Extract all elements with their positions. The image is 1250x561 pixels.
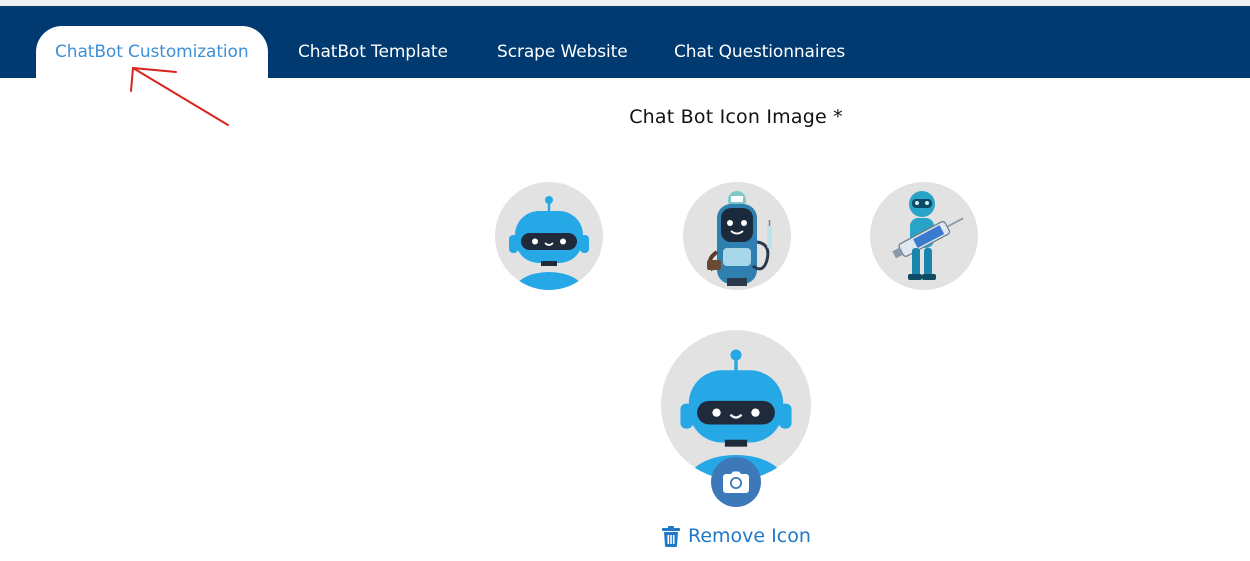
remove-icon-button[interactable]: Remove Icon xyxy=(662,522,811,550)
section-title: Chat Bot Icon Image * xyxy=(629,106,843,128)
trash-icon xyxy=(662,525,680,547)
tab-chatbot-customization[interactable]: ChatBot Customization xyxy=(36,26,268,78)
syringe-robot-icon[interactable] xyxy=(870,182,978,290)
tab-scrape-website[interactable]: Scrape Website xyxy=(497,26,628,78)
tab-bar: ChatBot Customization ChatBot Template S… xyxy=(0,6,1250,78)
robot-head-icon[interactable] xyxy=(495,182,603,290)
tab-chat-questionnaires[interactable]: Chat Questionnaires xyxy=(674,26,845,78)
camera-icon xyxy=(723,471,749,493)
tab-chatbot-template[interactable]: ChatBot Template xyxy=(298,26,448,78)
annotation-arrow xyxy=(130,67,229,126)
medical-robot-icon[interactable] xyxy=(683,182,791,290)
upload-icon-button[interactable] xyxy=(711,457,761,507)
remove-icon-label: Remove Icon xyxy=(688,525,811,547)
